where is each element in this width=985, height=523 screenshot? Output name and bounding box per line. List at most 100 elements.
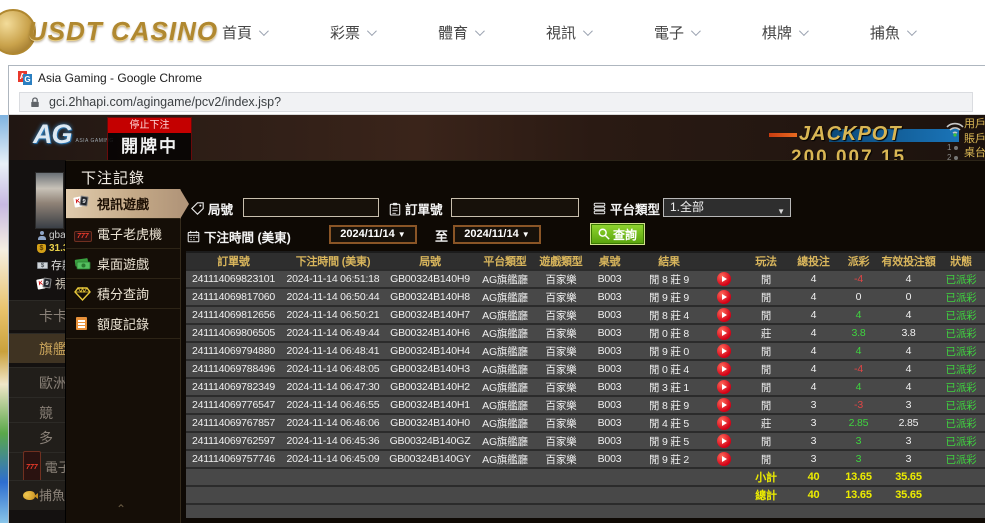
replay-video-button[interactable] xyxy=(717,344,731,358)
stop-betting-badge: 停止下注 xyxy=(108,118,191,133)
menu-item-credit-records[interactable]: 額度記錄 xyxy=(66,309,180,339)
menu-item-slots[interactable]: 777 電子老虎機 xyxy=(66,219,180,249)
lobby-tab-kaka[interactable]: 卡卡 xyxy=(9,300,65,330)
lobby-tab-duocai[interactable]: 多 xyxy=(9,422,65,452)
cell-bet-side: 莊 xyxy=(741,414,791,432)
cell-status: 已派彩 xyxy=(936,414,985,432)
cell-order: 241114069762597 xyxy=(186,432,281,450)
account-info-labels: 用戶名稱 賬戶餘額 桌台編號 xyxy=(964,117,985,161)
play-icon xyxy=(722,330,727,336)
lobby-tab-slots[interactable]: 777電子 xyxy=(9,452,65,482)
deposit-button[interactable]: $存款 xyxy=(37,257,65,273)
nav-item-slots[interactable]: 電子 xyxy=(654,22,698,43)
url-bar: gci.2hhapi.com/agingame/pcv2/index.jsp? xyxy=(9,89,985,115)
nav-label: 視訊 xyxy=(546,22,576,43)
replay-video-button[interactable] xyxy=(717,416,731,430)
cell-status: 已派彩 xyxy=(936,306,985,324)
nav-item-cards[interactable]: 棋牌 xyxy=(762,22,806,43)
cell-platform: AG旗艦廳 xyxy=(475,324,535,342)
play-icon xyxy=(722,348,727,354)
collapse-caret-icon[interactable]: ⌃ xyxy=(116,502,126,516)
cell-time: 2024-11-14 06:46:06 xyxy=(281,414,385,432)
menu-label: 桌面遊戲 xyxy=(97,254,149,273)
nav-label: 捕魚 xyxy=(870,22,900,43)
cell-valid-bet: 0 xyxy=(881,288,936,306)
cell-replay xyxy=(706,342,741,360)
cell-round: GB00324B140H3 xyxy=(385,360,475,378)
replay-video-button[interactable] xyxy=(717,272,731,286)
replay-video-button[interactable] xyxy=(717,380,731,394)
order-number-input[interactable] xyxy=(451,198,579,217)
balance-label: 賬戶餘額 xyxy=(964,132,985,147)
cell-table-no: B003 xyxy=(587,450,632,468)
cell-bet-side: 閒 xyxy=(741,342,791,360)
replay-video-button[interactable] xyxy=(717,362,731,376)
cell-order: 241114069806505 xyxy=(186,324,281,342)
cell-bet-side: 閒 xyxy=(741,450,791,468)
lock-icon xyxy=(29,96,41,109)
nav-item-sports[interactable]: 體育 xyxy=(438,22,482,43)
cell-valid-bet: 3 xyxy=(881,432,936,450)
lobby-tab-flagship[interactable]: 旗艦 xyxy=(9,333,65,363)
cell-round: GB00324B140H0 xyxy=(385,414,475,432)
table-row: 241114069757746 2024-11-14 06:45:09 GB00… xyxy=(186,450,985,468)
menu-item-points-query[interactable]: 積分查詢 xyxy=(66,279,180,309)
replay-video-button[interactable] xyxy=(717,290,731,304)
menu-label: 額度記錄 xyxy=(97,314,149,333)
table-row: 241114069776547 2024-11-14 06:46:55 GB00… xyxy=(186,396,985,414)
cell-replay xyxy=(706,414,741,432)
cell-status: 已派彩 xyxy=(936,324,985,342)
date-to-picker[interactable]: 2024/11/14 ▼ xyxy=(453,225,541,244)
empty-row xyxy=(186,504,985,518)
menu-item-table-games[interactable]: 桌面遊戲 xyxy=(66,249,180,279)
col-result: 結果 xyxy=(632,252,706,270)
nav-item-home[interactable]: 首頁 xyxy=(222,22,266,43)
cell-game-type: 百家樂 xyxy=(535,360,587,378)
address-input[interactable]: gci.2hhapi.com/agingame/pcv2/index.jsp? xyxy=(19,92,973,112)
play-icon xyxy=(722,312,727,318)
replay-video-button[interactable] xyxy=(717,326,731,340)
subtotal-payout: 13.65 xyxy=(836,468,881,486)
select-arrow-icon: ▼ xyxy=(777,203,785,220)
cell-result: 閒 8 莊 4 xyxy=(632,306,706,324)
table-row: 241114069782349 2024-11-14 06:47:30 GB00… xyxy=(186,378,985,396)
cell-time: 2024-11-14 06:45:09 xyxy=(281,450,385,468)
cell-total-bet: 3 xyxy=(791,396,836,414)
cell-payout: 4 xyxy=(836,378,881,396)
menu-item-video-games[interactable]: K9 視訊遊戲 xyxy=(66,189,180,219)
chevron-down-icon xyxy=(907,26,917,36)
order-number-label: 訂單號 xyxy=(389,199,443,218)
nav-item-fishing[interactable]: 捕魚 xyxy=(870,22,914,43)
date-from-picker[interactable]: 2024/11/14 ▼ xyxy=(329,225,417,244)
round-number-input[interactable] xyxy=(243,198,379,217)
avatar xyxy=(35,172,64,229)
replay-video-button[interactable] xyxy=(717,398,731,412)
cell-bet-side: 閒 xyxy=(741,306,791,324)
lobby-video-tab[interactable]: K9視 xyxy=(37,275,65,292)
replay-video-button[interactable] xyxy=(717,452,731,466)
cell-order: 241114069776547 xyxy=(186,396,281,414)
cell-time: 2024-11-14 06:49:44 xyxy=(281,324,385,342)
col-replay xyxy=(706,252,741,270)
cell-round: GB00324B140H8 xyxy=(385,288,475,306)
cell-valid-bet: 4 xyxy=(881,378,936,396)
nav-item-live[interactable]: 視訊 xyxy=(546,22,590,43)
nav-item-lottery[interactable]: 彩票 xyxy=(330,22,374,43)
platform-type-label: 平台類型 xyxy=(593,199,660,218)
cell-result: 閒 0 莊 8 xyxy=(632,324,706,342)
lobby-tab-fishing[interactable]: 捕魚 xyxy=(9,480,65,510)
cell-round: GB00324B140H9 xyxy=(385,270,475,288)
platform-type-select[interactable]: 1.全部 ▼ xyxy=(663,198,791,217)
search-button[interactable]: 查詢 xyxy=(591,224,644,244)
replay-video-button[interactable] xyxy=(717,434,731,448)
replay-video-button[interactable] xyxy=(717,308,731,322)
subtotal-bet: 40 xyxy=(791,468,836,486)
lobby-tab-europe[interactable]: 歐洲 xyxy=(9,367,65,397)
cell-result: 閒 8 莊 9 xyxy=(632,396,706,414)
window-titlebar[interactable]: AG Asia Gaming - Google Chrome xyxy=(9,66,985,89)
bet-records-modal: 下注記錄 K9 視訊遊戲 777 電子老虎機 桌面遊戲 xyxy=(65,160,985,523)
col-table-no: 桌號 xyxy=(587,252,632,270)
platform-selected-value: 1.全部 xyxy=(670,200,704,214)
round-number-label: 局號 xyxy=(191,199,233,218)
cell-payout: -3 xyxy=(836,396,881,414)
